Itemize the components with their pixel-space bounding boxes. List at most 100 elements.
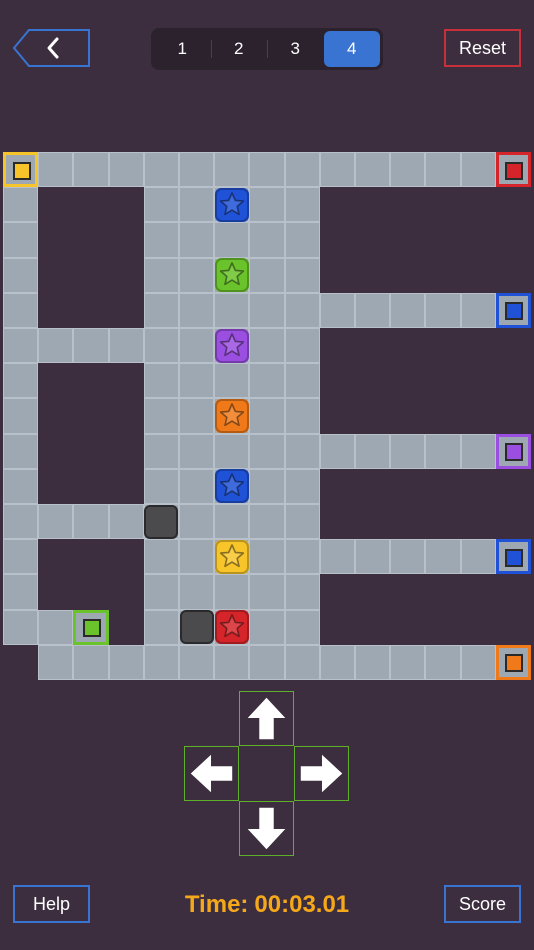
goal-marker bbox=[505, 161, 524, 180]
green-goal bbox=[73, 609, 109, 645]
board-tile bbox=[143, 187, 179, 223]
star-icon bbox=[214, 328, 249, 363]
board-tile bbox=[179, 398, 215, 434]
board-tile bbox=[73, 328, 109, 364]
board-tile bbox=[249, 363, 285, 399]
star-icon bbox=[214, 187, 249, 222]
star-icon bbox=[214, 399, 249, 433]
board-tile bbox=[355, 644, 391, 680]
board-tile bbox=[179, 468, 215, 504]
game-board bbox=[0, 0, 534, 700]
red-star-piece[interactable] bbox=[214, 610, 249, 645]
board-tile bbox=[284, 187, 320, 223]
blue-goal bbox=[495, 539, 531, 575]
board-tile bbox=[108, 504, 144, 540]
board-tile bbox=[179, 574, 215, 610]
board-tile bbox=[249, 539, 285, 575]
board-tile bbox=[179, 292, 215, 328]
goal-marker bbox=[505, 302, 524, 321]
board-tile bbox=[3, 363, 39, 399]
board-tile bbox=[460, 539, 496, 575]
board-tile bbox=[460, 292, 496, 328]
purple-star-piece[interactable] bbox=[214, 328, 249, 363]
arrow-down-icon bbox=[247, 807, 286, 850]
board-tile bbox=[460, 152, 496, 188]
board-tile bbox=[179, 222, 215, 258]
board-tile bbox=[249, 574, 285, 610]
board-tile bbox=[143, 257, 179, 293]
score-button[interactable]: Score bbox=[444, 885, 521, 923]
board-tile bbox=[355, 292, 391, 328]
timer-label: Time: bbox=[184, 891, 249, 918]
board-tile bbox=[38, 504, 74, 540]
board-tile bbox=[319, 152, 355, 188]
board-tile bbox=[3, 433, 39, 469]
board-tile bbox=[284, 152, 320, 188]
board-tile bbox=[249, 504, 285, 540]
board-tile bbox=[179, 504, 215, 540]
board-tile bbox=[249, 433, 285, 469]
blue-star-piece[interactable] bbox=[214, 469, 249, 504]
board-tile bbox=[3, 504, 39, 540]
yellow-star-piece[interactable] bbox=[214, 539, 249, 574]
board-tile bbox=[214, 433, 250, 469]
board-tile bbox=[179, 328, 215, 364]
board-tile bbox=[284, 504, 320, 540]
board-tile bbox=[319, 644, 355, 680]
star-icon bbox=[214, 258, 249, 293]
star-icon bbox=[214, 610, 249, 645]
board-tile bbox=[179, 363, 215, 399]
board-tile bbox=[214, 363, 250, 399]
board-tile bbox=[390, 433, 426, 469]
board-tile bbox=[460, 644, 496, 680]
board-tile bbox=[425, 644, 461, 680]
board-tile bbox=[143, 609, 179, 645]
board-tile bbox=[249, 152, 285, 188]
board-tile bbox=[284, 468, 320, 504]
board-tile bbox=[38, 152, 74, 188]
purple-goal bbox=[495, 433, 531, 469]
board-tile bbox=[249, 468, 285, 504]
board-tile bbox=[143, 433, 179, 469]
arrow-right-icon bbox=[300, 754, 343, 793]
board-tile bbox=[249, 257, 285, 293]
yellow-goal bbox=[3, 152, 39, 188]
board-tile bbox=[143, 398, 179, 434]
board-tile bbox=[214, 574, 250, 610]
board-tile bbox=[249, 292, 285, 328]
board-tile bbox=[284, 574, 320, 610]
blue-star-piece[interactable] bbox=[214, 187, 249, 222]
board-tile bbox=[3, 292, 39, 328]
board-tile bbox=[214, 152, 250, 188]
board-tile bbox=[3, 539, 39, 575]
board-tile bbox=[355, 152, 391, 188]
board-tile bbox=[390, 292, 426, 328]
board-tile bbox=[319, 292, 355, 328]
board-tile bbox=[3, 222, 39, 258]
up-button[interactable] bbox=[239, 691, 294, 746]
left-button[interactable] bbox=[184, 746, 239, 801]
board-tile bbox=[425, 433, 461, 469]
board-tile bbox=[179, 152, 215, 188]
green-star-piece[interactable] bbox=[214, 258, 249, 293]
star-icon bbox=[214, 469, 249, 504]
goal-marker bbox=[82, 619, 101, 638]
board-tile bbox=[3, 328, 39, 364]
board-tile bbox=[143, 468, 179, 504]
help-button[interactable]: Help bbox=[13, 885, 90, 923]
board-tile bbox=[73, 504, 109, 540]
board-tile bbox=[73, 644, 109, 680]
red-goal bbox=[495, 152, 531, 188]
right-button[interactable] bbox=[294, 746, 349, 801]
board-tile bbox=[3, 398, 39, 434]
board-tile bbox=[179, 644, 215, 680]
board-tile bbox=[143, 222, 179, 258]
board-tile bbox=[390, 644, 426, 680]
down-button[interactable] bbox=[239, 801, 294, 856]
arrow-up-icon bbox=[247, 697, 286, 740]
board-tile bbox=[3, 187, 39, 223]
orange-star-piece[interactable] bbox=[214, 399, 249, 433]
board-tile bbox=[3, 574, 39, 610]
board-tile bbox=[143, 574, 179, 610]
board-tile bbox=[249, 187, 285, 223]
